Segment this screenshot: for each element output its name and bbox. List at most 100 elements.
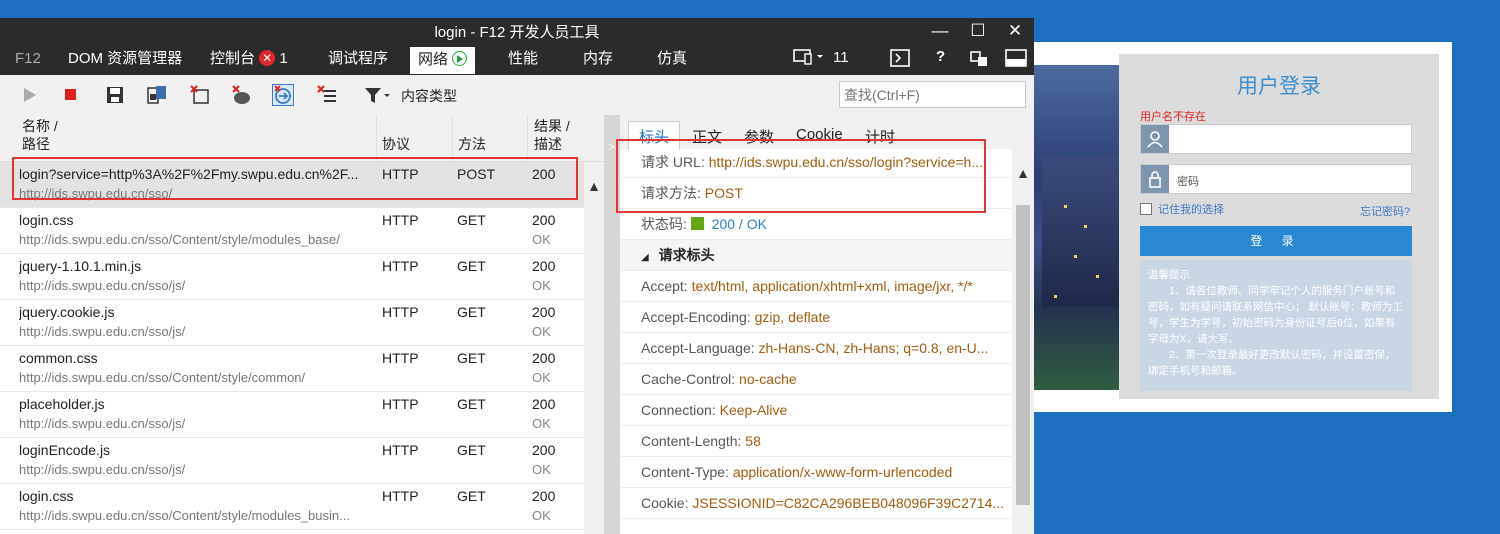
column-divider (527, 115, 528, 162)
forgot-password-link[interactable]: 忘记密码? (1360, 203, 1410, 219)
tab-cookies[interactable]: Cookie (796, 126, 843, 143)
minimize-button[interactable]: — (929, 20, 951, 42)
status-code-value: 200 / OK (711, 216, 767, 232)
request-row[interactable]: jquery-1.10.1.min.js http://ids.swpu.edu… (0, 254, 584, 300)
login-notice: 温馨提示 1、请各位教师、同学牢记个人的服务门户账号和密码，如有疑问请联系网信中… (1140, 260, 1412, 391)
column-divider (376, 115, 377, 162)
header-line: Content-Length: 58 (620, 426, 1012, 457)
request-row[interactable]: login.css http://ids.swpu.edu.cn/sso/Con… (0, 208, 584, 254)
close-button[interactable]: ✕ (1004, 20, 1026, 42)
tab-timings[interactable]: 计时 (865, 126, 895, 147)
header-line: Connection: Keep-Alive (620, 395, 1012, 426)
column-desc-label: 描述 (534, 136, 562, 152)
remember-me-checkbox[interactable] (1140, 203, 1152, 215)
request-protocol: HTTP (382, 350, 419, 366)
tab-headers[interactable]: 标头 (628, 121, 681, 149)
tab-network[interactable]: 网络 (410, 47, 476, 74)
tab-debugger[interactable]: 调试程序 (328, 49, 388, 73)
request-row[interactable]: login?service=http%3A%2F%2Fmy.swpu.edu.c… (0, 162, 584, 208)
login-page: 用户登录 用户名不存在 密码 记住我的选择 忘记密码? 登 录 温馨提示 1、请… (1034, 42, 1452, 412)
clear-cache-icon[interactable] (231, 84, 253, 106)
tab-f12: F12 (15, 50, 41, 67)
header-key: Cache-Control: (641, 371, 736, 387)
request-protocol: HTTP (382, 442, 419, 458)
request-path: http://ids.swpu.edu.cn/sso/Content/style… (19, 232, 340, 247)
undock-icon[interactable] (969, 48, 989, 72)
recording-play-icon (452, 51, 468, 66)
start-profiling-icon[interactable] (19, 84, 41, 106)
username-field[interactable] (1140, 124, 1412, 154)
login-button[interactable]: 登 录 (1140, 226, 1412, 256)
request-url-line: 请求 URL: http://ids.swpu.edu.cn/sso/login… (620, 147, 1012, 178)
request-row[interactable]: common.css http://ids.swpu.edu.cn/sso/Co… (0, 346, 584, 392)
help-icon[interactable]: ? (936, 48, 945, 65)
scroll-up-arrow-icon[interactable]: ▲ (1016, 165, 1030, 181)
header-key: Accept: (641, 278, 688, 294)
clear-session-icon[interactable] (189, 84, 211, 106)
dock-bottom-icon[interactable] (1005, 48, 1027, 72)
tab-parameters[interactable]: 参数 (744, 126, 774, 147)
window-light (1084, 225, 1087, 228)
header-value: no-cache (739, 371, 797, 387)
tool-tab-bar: F12 DOM 资源管理器 控制台 ✕ 1 调试程序 网络 性能 内存 仿真 1… (0, 43, 1034, 75)
header-line: Content-Type: application/x-www-form-url… (620, 457, 1012, 488)
request-path: http://ids.swpu.edu.cn/sso/js/ (19, 324, 186, 339)
tab-emulation[interactable]: 仿真 (657, 49, 687, 73)
detail-scrollbar[interactable]: ▲ (1012, 149, 1034, 534)
request-headers-section[interactable]: ◢ 请求标头 (620, 240, 1012, 271)
request-protocol: HTTP (382, 304, 419, 320)
error-icon: ✕ (259, 50, 276, 66)
column-method[interactable]: 方法 (458, 135, 486, 153)
search-input[interactable] (839, 81, 1026, 108)
request-method: POST (457, 166, 496, 182)
export-har-icon[interactable] (104, 84, 126, 106)
request-desc: OK (532, 416, 551, 431)
always-refresh-icon[interactable] (146, 84, 168, 106)
content-type-filter[interactable]: 内容类型 (401, 86, 457, 106)
console-toggle-icon[interactable] (890, 48, 910, 72)
request-row[interactable]: loginEncode.js http://ids.swpu.edu.cn/ss… (0, 438, 584, 484)
request-url-value: http://ids.swpu.edu.cn/sso/login?service… (708, 154, 984, 170)
device-icon[interactable] (793, 48, 825, 70)
request-path: http://ids.swpu.edu.cn/sso/js/ (19, 416, 186, 431)
clear-entries-icon[interactable] (316, 84, 338, 106)
header-key: Connection: (641, 402, 716, 418)
request-row[interactable]: jquery.cookie.js http://ids.swpu.edu.cn/… (0, 300, 584, 346)
request-list-scrollbar[interactable]: ▲ (584, 162, 604, 534)
request-status: 200 (532, 488, 556, 504)
column-name-path[interactable]: 名称 / 路径 (22, 117, 58, 153)
remember-me-option[interactable]: 记住我的选择 (1140, 201, 1224, 217)
tab-console[interactable]: 控制台 ✕ 1 (210, 49, 288, 73)
column-protocol[interactable]: 协议 (382, 135, 410, 153)
request-method: GET (457, 396, 486, 412)
request-method: GET (457, 212, 486, 228)
maximize-button[interactable]: ☐ (967, 20, 989, 42)
tab-performance[interactable]: 性能 (508, 49, 538, 73)
tab-network-label: 网络 (418, 51, 449, 68)
tab-memory[interactable]: 内存 (583, 49, 613, 73)
stop-profiling-icon[interactable] (60, 84, 82, 106)
pane-splitter[interactable]: > (604, 115, 620, 534)
splitter-chevron-icon[interactable]: > (608, 140, 615, 154)
column-divider (452, 115, 453, 162)
clear-on-navigate-icon[interactable] (272, 84, 294, 106)
filter-icon[interactable] (363, 84, 393, 106)
request-protocol: HTTP (382, 396, 419, 412)
header-line: Accept-Language: zh-Hans-CN, zh-Hans; q=… (620, 333, 1012, 364)
tab-console-label: 控制台 (210, 50, 256, 67)
detail-tab-bar: 标头 正文 参数 Cookie 计时 (620, 115, 1034, 149)
request-row[interactable]: placeholder.js http://ids.swpu.edu.cn/ss… (0, 392, 584, 438)
password-placeholder: 密码 (1177, 176, 1199, 188)
scrollbar-thumb[interactable] (1016, 205, 1030, 505)
column-result-desc[interactable]: 结果 / 描述 (534, 117, 570, 153)
tab-body[interactable]: 正文 (692, 126, 722, 147)
password-field[interactable]: 密码 (1140, 164, 1412, 194)
request-row[interactable]: login.css http://ids.swpu.edu.cn/sso/Con… (0, 484, 584, 530)
request-protocol: HTTP (382, 258, 419, 274)
scroll-up-arrow-icon[interactable]: ▲ (587, 178, 601, 194)
request-name: login.css (19, 488, 74, 504)
window-light (1096, 275, 1099, 278)
tab-dom-explorer[interactable]: DOM 资源管理器 (68, 49, 182, 73)
header-line: Cookie: JSESSIONID=C82CA296BEB048096F39C… (620, 488, 1012, 519)
header-value: gzip, deflate (754, 309, 831, 325)
